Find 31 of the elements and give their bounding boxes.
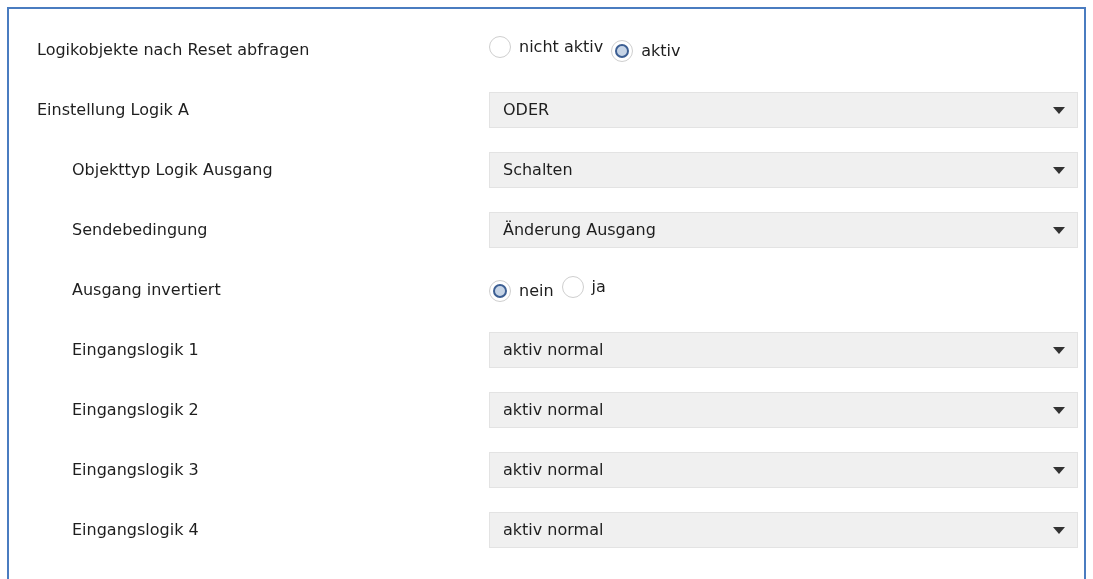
caret-icon bbox=[1053, 466, 1065, 474]
caret-icon bbox=[1053, 526, 1065, 534]
radio-label[interactable]: aktiv bbox=[641, 39, 681, 63]
field-label: Ausgang invertiert bbox=[71, 279, 222, 301]
radio-label[interactable]: ja bbox=[591, 275, 606, 299]
radio-label[interactable]: nein bbox=[519, 279, 554, 303]
caret-icon bbox=[1053, 346, 1065, 354]
dropdown[interactable]: aktiv normal bbox=[489, 512, 1078, 548]
caret-icon bbox=[1053, 166, 1065, 174]
dropdown[interactable]: Änderung Ausgang bbox=[489, 212, 1078, 248]
radio-label[interactable]: nicht aktiv bbox=[519, 35, 604, 59]
dropdown[interactable]: aktiv normal bbox=[489, 392, 1078, 428]
field-label: Sendebedingung bbox=[71, 219, 209, 241]
radio-button[interactable] bbox=[489, 280, 511, 302]
field-label: Einstellung Logik A bbox=[36, 99, 190, 121]
radio-button[interactable] bbox=[611, 40, 634, 62]
field-label: Eingangslogik 4 bbox=[71, 519, 200, 541]
field-label: Logikobjekte nach Reset abfragen bbox=[36, 39, 311, 61]
radio-button[interactable] bbox=[489, 36, 511, 58]
dropdown[interactable]: aktiv normal bbox=[489, 332, 1078, 368]
caret-icon bbox=[1053, 406, 1065, 414]
dropdown[interactable]: ODER bbox=[489, 92, 1078, 128]
radio-button[interactable] bbox=[561, 276, 584, 298]
field-label: Objekttyp Logik Ausgang bbox=[71, 159, 274, 181]
dropdown[interactable]: aktiv normal bbox=[489, 452, 1078, 488]
caret-icon bbox=[1053, 226, 1065, 234]
field-label: Eingangslogik 2 bbox=[71, 399, 200, 421]
caret-icon bbox=[1053, 106, 1065, 114]
field-label: Eingangslogik 1 bbox=[71, 339, 200, 361]
dropdown[interactable]: Schalten bbox=[489, 152, 1078, 188]
field-label: Eingangslogik 3 bbox=[71, 459, 200, 481]
